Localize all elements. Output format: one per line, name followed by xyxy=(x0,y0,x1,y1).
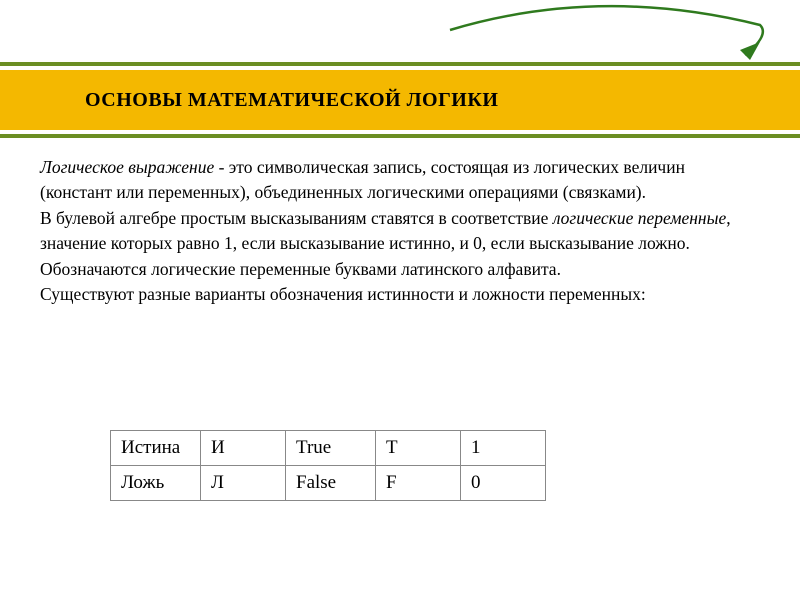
paragraph-1: Логическое выражение - это символическая… xyxy=(40,155,760,206)
page-title: ОСНОВЫ МАТЕМАТИЧЕСКОЙ ЛОГИКИ xyxy=(85,89,498,112)
table-row: Ложь Л False F 0 xyxy=(111,466,546,501)
cell: False xyxy=(286,466,376,501)
cell: T xyxy=(376,431,461,466)
paragraph-2: В булевой алгебре простым высказываниям … xyxy=(40,206,760,282)
body-text: Логическое выражение - это символическая… xyxy=(40,155,760,307)
paragraph-3: Существуют разные варианты обозначения и… xyxy=(40,282,760,307)
para2-before: В булевой алгебре простым высказываниям … xyxy=(40,208,553,228)
decorative-swoosh xyxy=(400,0,800,70)
title-band: ОСНОВЫ МАТЕМАТИЧЕСКОЙ ЛОГИКИ xyxy=(0,70,800,130)
top-divider xyxy=(0,62,800,66)
cell: Л xyxy=(201,466,286,501)
term-logical-variables: логические переменные xyxy=(553,208,726,228)
bottom-divider xyxy=(0,134,800,138)
term-logical-expression: Логическое выражение xyxy=(40,157,214,177)
table-row: Истина И True T 1 xyxy=(111,431,546,466)
cell: 1 xyxy=(461,431,546,466)
cell: Ложь xyxy=(111,466,201,501)
cell: True xyxy=(286,431,376,466)
cell: F xyxy=(376,466,461,501)
truth-table: Истина И True T 1 Ложь Л False F 0 xyxy=(110,430,546,501)
cell: 0 xyxy=(461,466,546,501)
cell: И xyxy=(201,431,286,466)
cell: Истина xyxy=(111,431,201,466)
